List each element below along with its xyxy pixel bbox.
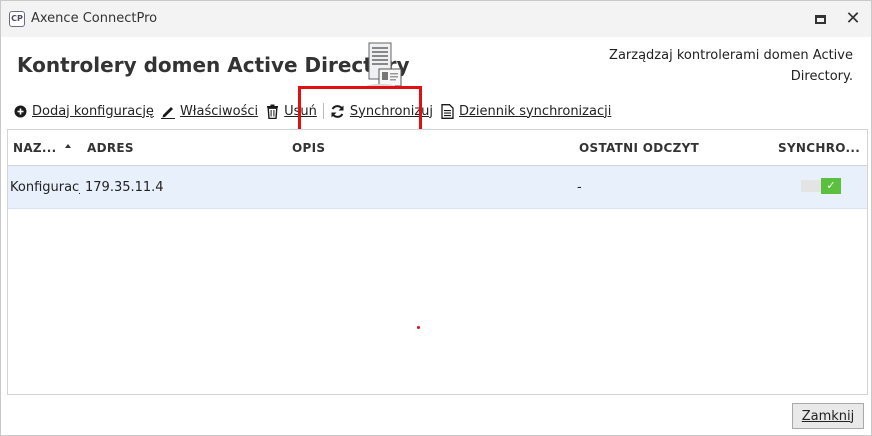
toolbar: Dodaj konfigurację Właściwości Usuń Sync… (9, 99, 614, 123)
checkmark-icon: ✓ (821, 178, 841, 194)
dialog-window: CP Axence ConnectPro ✕ Kontrolery domen … (0, 0, 872, 436)
sync-log-label: Dziennik synchronizacji (459, 103, 612, 119)
window-title: Axence ConnectPro (31, 11, 158, 26)
domain-controllers-table: NAZ... ADRES OPIS OSTATNI ODCZYT SYNCHRO… (7, 129, 868, 395)
column-header-address[interactable]: ADRES (87, 141, 134, 155)
cell-address: 179.35.11.4 (85, 180, 164, 195)
title-bar: CP Axence ConnectPro ✕ (1, 1, 871, 37)
sync-toggle[interactable]: ✓ (801, 178, 841, 194)
plus-circle-icon (12, 103, 28, 119)
trash-icon (264, 103, 280, 119)
close-window-button[interactable]: ✕ (843, 9, 863, 29)
column-header-name[interactable]: NAZ... (13, 141, 57, 155)
page-description: Zarządzaj kontrolerami domen Active Dire… (609, 48, 853, 84)
toolbar-separator (322, 103, 324, 119)
synchronize-label: Synchronizuj (349, 103, 434, 119)
maximize-button[interactable] (813, 12, 827, 26)
add-configuration-button[interactable]: Dodaj konfigurację (9, 100, 157, 122)
app-logo-icon: CP (9, 11, 25, 27)
toggle-track (801, 180, 823, 192)
page-title: Kontrolery domen Active Directory (17, 53, 410, 77)
properties-button[interactable]: Właściwości (157, 100, 261, 122)
delete-button[interactable]: Usuń (261, 100, 320, 122)
table-header: NAZ... ADRES OPIS OSTATNI ODCZYT SYNCHRO… (8, 130, 867, 166)
close-icon: ✕ (845, 8, 861, 29)
synchronize-button[interactable]: Synchronizuj (327, 100, 436, 122)
server-certificate-icon (367, 42, 402, 88)
document-icon (439, 103, 455, 119)
sync-log-button[interactable]: Dziennik synchronizacji (436, 100, 614, 122)
annotation-dot (417, 326, 420, 329)
cell-last-read: - (577, 180, 582, 195)
properties-label: Właściwości (179, 103, 259, 119)
pencil-icon (160, 103, 176, 119)
cell-name: Konfiguracja (10, 180, 80, 195)
column-header-description[interactable]: OPIS (292, 141, 325, 155)
maximize-icon (815, 15, 826, 24)
close-button[interactable]: Zamknij (792, 403, 864, 429)
table-row[interactable]: Konfiguracja 179.35.11.4 - ✓ (8, 166, 867, 209)
refresh-icon (330, 103, 346, 119)
delete-label: Usuń (284, 103, 317, 119)
sort-ascending-icon (65, 144, 71, 148)
add-configuration-label: Dodaj konfigurację (32, 103, 154, 119)
column-header-sync[interactable]: SYNCHRO... (778, 141, 860, 155)
column-header-last-read[interactable]: OSTATNI ODCZYT (579, 141, 699, 155)
